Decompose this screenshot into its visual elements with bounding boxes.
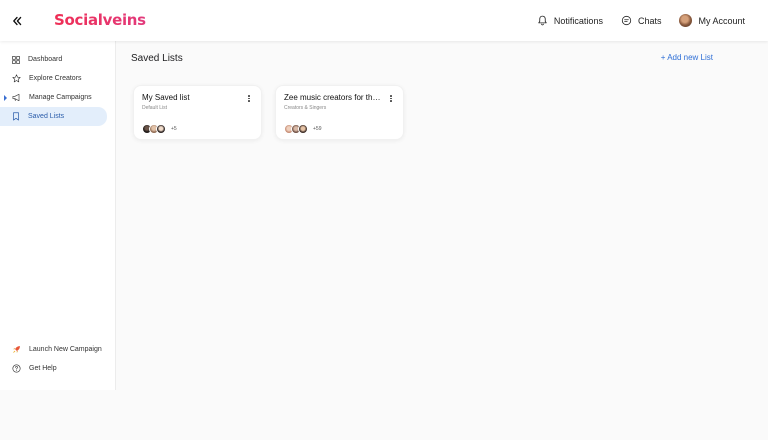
- sidebar-item-saved-lists[interactable]: Saved Lists: [0, 107, 107, 126]
- list-subtitle: Default List: [142, 105, 168, 111]
- saved-list-card[interactable]: Zee music creators for the song Creators…: [275, 85, 404, 140]
- more-creators-count: +5: [171, 126, 177, 132]
- expand-caret-icon[interactable]: [4, 95, 7, 101]
- sidebar-item-manage-campaigns[interactable]: Manage Campaigns: [0, 88, 107, 107]
- chats-label: Chats: [637, 15, 662, 26]
- avatar: [679, 14, 693, 27]
- sidebar-item-label: Dashboard: [28, 56, 63, 63]
- chat-icon: [621, 15, 632, 26]
- rocket-icon: [12, 346, 20, 354]
- sidebar-item-label: Explore Creators: [29, 75, 82, 82]
- bell-icon: [538, 15, 547, 26]
- star-icon: [12, 74, 21, 83]
- avatar: [298, 124, 308, 134]
- grid-icon: [12, 55, 20, 64]
- creator-avatars: +5: [142, 124, 177, 134]
- bookmark-icon: [13, 112, 19, 121]
- more-options-icon[interactable]: [388, 94, 394, 103]
- notifications-label: Notifications: [553, 15, 603, 26]
- list-title: My Saved list: [142, 93, 190, 102]
- sidebar-item-explore-creators[interactable]: Explore Creators: [0, 69, 107, 88]
- notifications-button[interactable]: Notifications: [537, 15, 603, 26]
- avatar: [156, 124, 166, 134]
- top-header: Socialveins Notifications Chats My Accou…: [0, 0, 768, 41]
- account-label: My Account: [698, 15, 745, 26]
- sidebar-item-label: Saved Lists: [28, 113, 65, 120]
- more-options-icon[interactable]: [246, 94, 252, 103]
- list-subtitle: Creators & Singers: [284, 105, 327, 111]
- list-title: Zee music creators for the song: [284, 93, 384, 102]
- get-help-button[interactable]: Get Help: [0, 359, 107, 378]
- creator-avatars: +59: [284, 124, 321, 134]
- sidebar-item-label: Manage Campaigns: [29, 94, 92, 101]
- sidebar-item-dashboard[interactable]: Dashboard: [0, 50, 107, 69]
- sidebar-item-label: Get Help: [29, 365, 57, 372]
- more-creators-count: +59: [313, 126, 322, 132]
- sidebar: Dashboard Explore Creators Manage Campai…: [0, 41, 116, 390]
- brand-logo[interactable]: Socialveins: [54, 11, 146, 29]
- page-title: Saved Lists: [131, 53, 183, 64]
- megaphone-icon: [12, 93, 20, 102]
- collapse-sidebar-icon[interactable]: [9, 13, 25, 29]
- saved-list-card[interactable]: My Saved list Default List +5: [133, 85, 262, 140]
- account-button[interactable]: My Account: [679, 14, 745, 27]
- add-new-list-button[interactable]: + Add new List: [661, 53, 713, 62]
- sidebar-item-label: Launch New Campaign: [29, 346, 102, 353]
- launch-new-campaign-button[interactable]: Launch New Campaign: [0, 340, 107, 359]
- chats-button[interactable]: Chats: [621, 15, 662, 26]
- help-icon: [12, 364, 21, 373]
